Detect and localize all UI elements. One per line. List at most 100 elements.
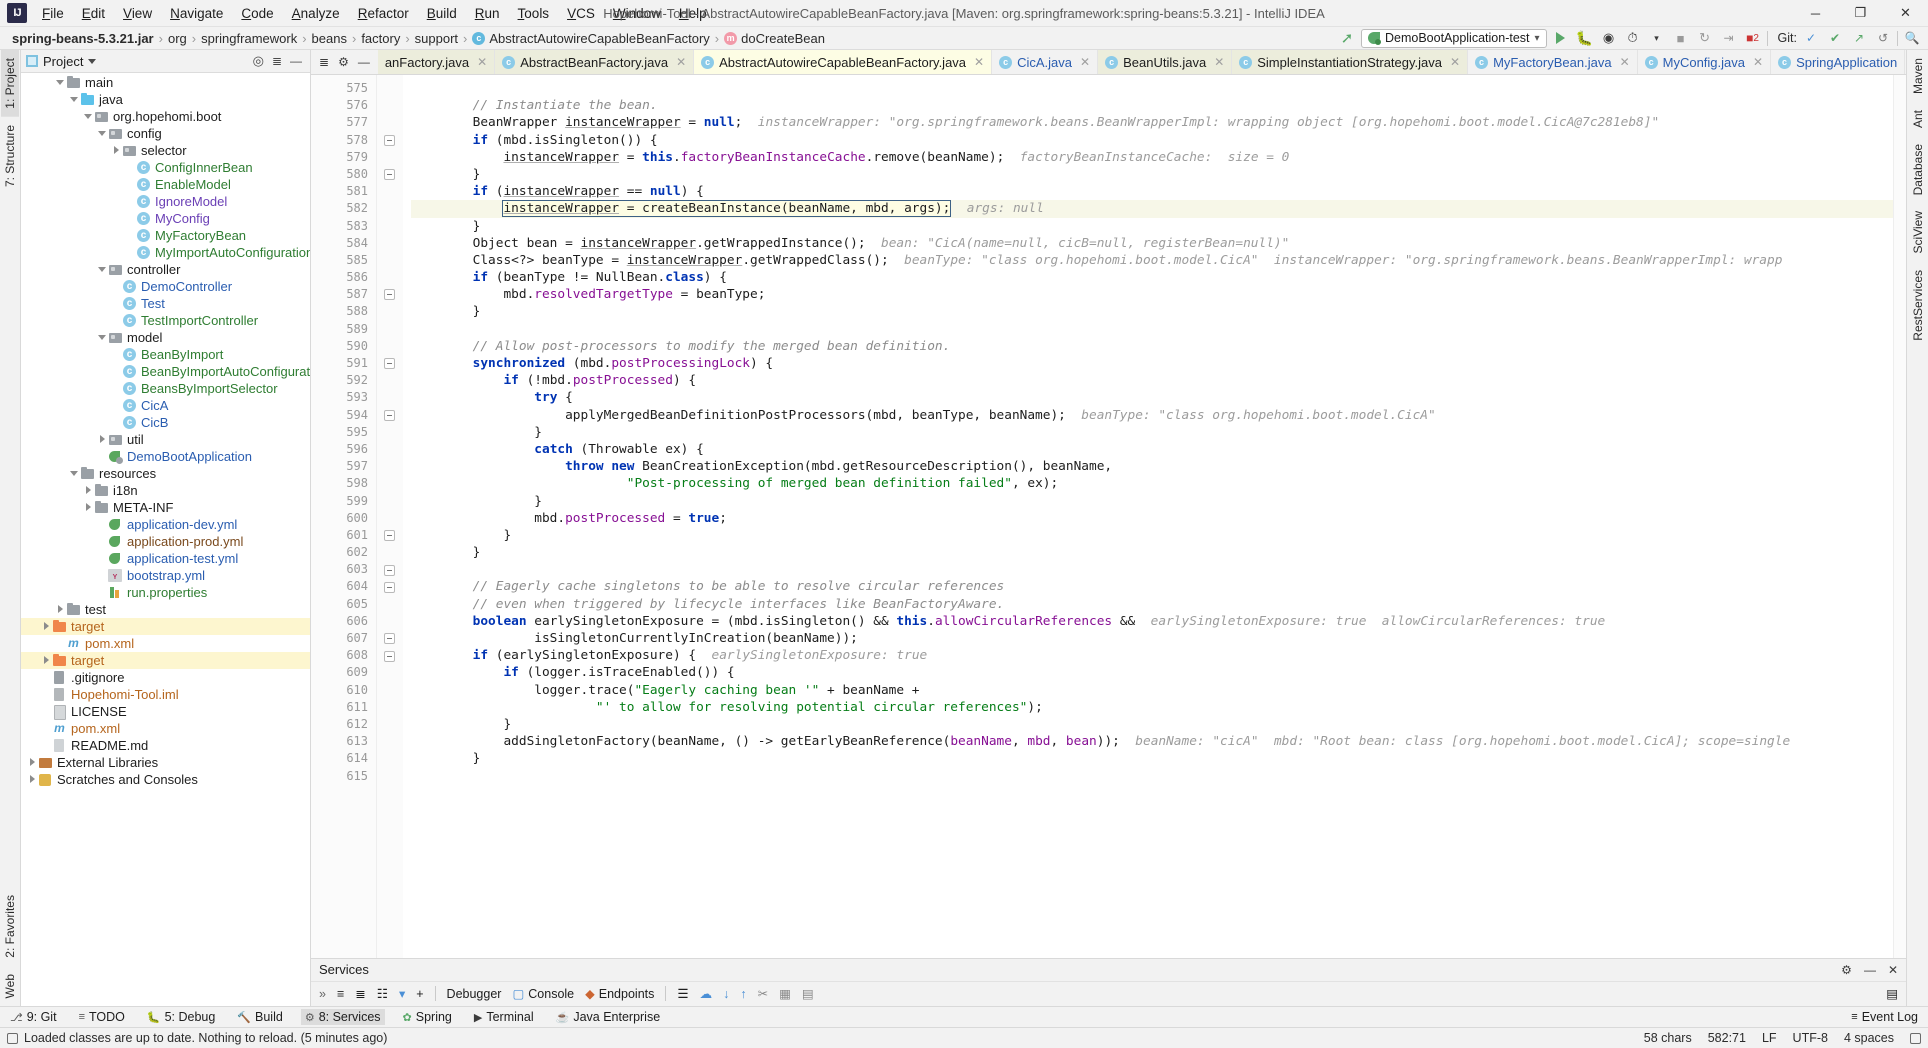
- stop-button[interactable]: ■: [1671, 28, 1691, 48]
- chevron-down-icon[interactable]: ▾: [1535, 33, 1540, 44]
- breadcrumb-item-7[interactable]: m doCreateBean: [720, 30, 829, 47]
- code-line-608[interactable]: if (earlySingletonExposure) { earlySingl…: [411, 647, 1893, 664]
- code-line-607[interactable]: isSingletonCurrentlyInCreation(beanName)…: [411, 630, 1893, 647]
- maximize-button[interactable]: ❐: [1838, 0, 1883, 27]
- tree-node-beanbyimportautoconfiguration[interactable]: BeanByImportAutoConfiguration: [21, 363, 310, 380]
- code-line-582[interactable]: instanceWrapper = createBeanInstance(bea…: [411, 200, 1893, 218]
- chevron-right-icon[interactable]: [97, 434, 108, 445]
- tree-node-main[interactable]: main: [21, 74, 310, 91]
- editor-tab-springapplication[interactable]: c SpringApplication: [1771, 50, 1906, 74]
- menu-item-vcs[interactable]: VCS: [558, 3, 604, 24]
- menu-item-file[interactable]: File: [33, 3, 73, 24]
- chevron-right-icon[interactable]: [83, 502, 94, 513]
- code-line-604[interactable]: // Eagerly cache singletons to be able t…: [411, 578, 1893, 595]
- close-icon[interactable]: ✕: [1450, 55, 1460, 69]
- tree-node-bootstrap-yml[interactable]: bootstrap.yml: [21, 567, 310, 584]
- code-line-600[interactable]: mbd.postProcessed = true;: [411, 510, 1893, 527]
- tree-node-license[interactable]: LICENSE: [21, 703, 310, 720]
- code-line-581[interactable]: if (instanceWrapper == null) {: [411, 183, 1893, 200]
- tree-node-democontroller[interactable]: DemoController: [21, 278, 310, 295]
- fold-marker[interactable]: [384, 289, 395, 301]
- editor-tab-myfactorybean-java[interactable]: c MyFactoryBean.java ✕: [1468, 50, 1638, 74]
- lock-icon[interactable]: [1910, 1032, 1921, 1044]
- tree-node-testimportcontroller[interactable]: TestImportController: [21, 312, 310, 329]
- tree-node-config[interactable]: config: [21, 125, 310, 142]
- code-editor[interactable]: 575 576 577 578 579 580 581 582 583 584 585 586 587 5…: [311, 75, 1906, 958]
- tree-node-target[interactable]: target: [21, 618, 310, 635]
- sidebar-item-sciview[interactable]: SciView: [1909, 203, 1927, 261]
- expand-icon[interactable]: ≡: [337, 987, 344, 1001]
- tree-node-test[interactable]: test: [21, 601, 310, 618]
- code-line-605[interactable]: // even when triggered by lifecycle inte…: [411, 596, 1893, 613]
- run-configuration-selector[interactable]: DemoBootApplication-test ▾: [1360, 28, 1547, 48]
- hide-icon[interactable]: —: [290, 54, 302, 68]
- code-line-601[interactable]: }: [411, 527, 1893, 544]
- code-line-599[interactable]: }: [411, 493, 1893, 510]
- code-line-589[interactable]: [411, 321, 1893, 338]
- step-button[interactable]: ⇥: [1719, 28, 1739, 48]
- tree-node-configinnerbean[interactable]: ConfigInnerBean: [21, 159, 310, 176]
- chevron-down-icon[interactable]: [97, 264, 108, 275]
- breadcrumb-item-4[interactable]: factory: [357, 30, 404, 47]
- close-icon[interactable]: ✕: [676, 55, 686, 69]
- git-commit-icon[interactable]: ✔: [1825, 28, 1845, 48]
- code-line-602[interactable]: }: [411, 544, 1893, 561]
- tree-node-controller[interactable]: controller: [21, 261, 310, 278]
- code-line-592[interactable]: if (!mbd.postProcessed) {: [411, 372, 1893, 389]
- grid-icon[interactable]: ▤: [802, 986, 814, 1001]
- breadcrumb-item-0[interactable]: spring-beans-5.3.21.jar: [8, 30, 158, 47]
- run-coverage-button[interactable]: ◉: [1599, 28, 1619, 48]
- debug-button[interactable]: 🐛: [1575, 28, 1595, 48]
- code-line-590[interactable]: // Allow post-processors to modify the m…: [411, 338, 1893, 355]
- code-line-610[interactable]: logger.trace("Eagerly caching bean '" + …: [411, 682, 1893, 699]
- code-line-606[interactable]: boolean earlySingletonExposure = (mbd.is…: [411, 613, 1893, 630]
- line-separator[interactable]: LF: [1762, 1031, 1777, 1045]
- source-code[interactable]: // Instantiate the bean. BeanWrapper ins…: [403, 75, 1893, 958]
- menu-item-tools[interactable]: Tools: [509, 3, 559, 24]
- code-line-597[interactable]: throw new BeanCreationException(mbd.getR…: [411, 458, 1893, 475]
- tree-node-readme-md[interactable]: README.md: [21, 737, 310, 754]
- tree-node-test[interactable]: Test: [21, 295, 310, 312]
- profiler-button[interactable]: ⏱: [1623, 28, 1643, 48]
- chevron-down-icon[interactable]: [97, 128, 108, 139]
- tree-node-scratches-and-consoles[interactable]: Scratches and Consoles: [21, 771, 310, 788]
- services-tab-endpoints[interactable]: ◆ Endpoints: [585, 986, 654, 1002]
- table-icon[interactable]: ▦: [779, 986, 791, 1001]
- tool-window-8-services[interactable]: ⚙ 8: Services: [300, 1009, 385, 1025]
- close-icon[interactable]: ✕: [1753, 55, 1763, 69]
- chevron-down-icon[interactable]: [83, 111, 94, 122]
- restart-button[interactable]: ↻: [1695, 28, 1715, 48]
- tree-node-org-hopehomi-boot[interactable]: org.hopehomi.boot: [21, 108, 310, 125]
- sidebar-item-ant[interactable]: Ant: [1909, 102, 1927, 136]
- project-tree[interactable]: main java org.hopehomi.boot config selector C…: [21, 73, 310, 1006]
- menu-item-edit[interactable]: Edit: [73, 3, 114, 24]
- breadcrumb-item-3[interactable]: beans: [308, 30, 351, 47]
- breadcrumb-item-5[interactable]: support: [411, 30, 462, 47]
- tree-node-enablemodel[interactable]: EnableModel: [21, 176, 310, 193]
- tree-node-cicb[interactable]: CicB: [21, 414, 310, 431]
- code-line-579[interactable]: instanceWrapper = this.factoryBeanInstan…: [411, 149, 1893, 166]
- sidebar-item-database[interactable]: Database: [1909, 136, 1927, 203]
- menu-item-analyze[interactable]: Analyze: [283, 3, 349, 24]
- close-icon[interactable]: ✕: [974, 55, 984, 69]
- code-line-588[interactable]: }: [411, 303, 1893, 320]
- sidebar-item-structure[interactable]: 7: Structure: [1, 117, 19, 195]
- char-count[interactable]: 58 chars: [1644, 1031, 1692, 1045]
- sidebar-item-project[interactable]: 1: Project: [1, 50, 19, 117]
- code-line-603[interactable]: [411, 561, 1893, 578]
- tree-node-hopehomi-tool-iml[interactable]: Hopehomi-Tool.iml: [21, 686, 310, 703]
- menu-item-refactor[interactable]: Refactor: [349, 3, 418, 24]
- chevron-down-icon[interactable]: [69, 468, 80, 479]
- tree-node-myfactorybean[interactable]: MyFactoryBean: [21, 227, 310, 244]
- tool-window-todo[interactable]: ≡ TODO: [75, 1009, 129, 1025]
- code-line-615[interactable]: [411, 768, 1893, 785]
- tool-window-terminal[interactable]: ▶ Terminal: [470, 1009, 538, 1025]
- tree-node-model[interactable]: model: [21, 329, 310, 346]
- lock-icon[interactable]: [7, 1032, 18, 1044]
- tool-window-event-log[interactable]: ≡ Event Log: [1847, 1009, 1922, 1025]
- tool-window-java-enterprise[interactable]: ☕ Java Enterprise: [552, 1009, 665, 1025]
- tree-node-beansbyimportselector[interactable]: BeansByImportSelector: [21, 380, 310, 397]
- collapse-all-icon[interactable]: ≣: [272, 54, 282, 68]
- filter-icon[interactable]: ▾: [399, 986, 405, 1001]
- chevron-down-icon[interactable]: [69, 94, 80, 105]
